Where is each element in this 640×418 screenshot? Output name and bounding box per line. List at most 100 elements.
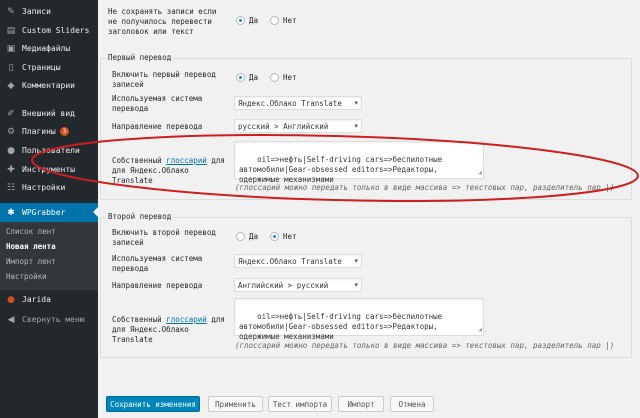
menu-label: Страницы [22,63,61,72]
menu-item-jarida[interactable]: ● Jarida [0,290,98,309]
glossary-link[interactable]: глоссарий [166,315,207,324]
second-system-label: Используемая система перевода [112,254,203,273]
menu-label: Инструменты [22,165,75,174]
first-direction-label: Направление перевода [112,122,203,131]
menu-label: Свернуть меню [22,315,85,324]
first-system-select[interactable]: Яндекс.Облако Translate ▾ [234,96,362,110]
brush-icon: ✐ [7,108,15,119]
radio-label: Да [249,16,259,25]
menu-label: Комментарии [22,81,75,90]
wrench-icon: ✚ [7,164,15,175]
users-icon: ● [7,145,15,156]
comments-icon: ◆ [7,80,15,91]
second-glossary-hint: (глоссарий можно передать только в виде … [235,341,615,350]
menu-label: Настройки [22,183,66,192]
first-translation-legend: Первый перевод [106,53,174,62]
select-value: Английский > русский [238,280,329,290]
glossary-label-text: для [211,315,225,324]
menu-item-posts[interactable]: ✎ Записи [0,2,98,21]
chevron-down-icon: ▾ [354,122,358,130]
menu-label: Jarida [22,295,51,304]
menu-label: Пользователи [22,146,80,155]
second-translation-legend: Второй перевод [106,212,174,221]
jarida-icon: ● [7,294,15,305]
page-icon: ▯ [8,62,14,73]
radio-circle[interactable] [270,232,279,241]
glossary-link[interactable]: глоссарий [166,156,207,165]
main-content: Не сохранять записи если не получилось п… [98,0,640,418]
plugin-icon: ⚙ [6,126,16,137]
skip-untranslated-yes[interactable]: Да [236,16,258,25]
second-glossary-textarea[interactable]: oil=>нефть|Self-driving cars=>беспилотны… [234,298,484,341]
menu-item-custom-sliders[interactable]: ▤ Custom Sliders [0,21,98,40]
second-enable-label: Включить второй перевод записей [112,228,216,247]
first-enable-label: Включить первый перевод записей [112,70,216,89]
collapse-icon: ◀ [7,314,15,325]
second-enable-yes[interactable]: Да [236,232,258,241]
menu-label: Записи [22,7,51,16]
submenu-import-feeds[interactable]: Импорт лент [6,257,56,266]
resize-handle-icon[interactable]: ◢ [478,168,482,178]
second-enable-no[interactable]: Нет [270,232,297,241]
radio-circle[interactable] [236,16,245,25]
radio-label: Нет [283,73,297,82]
glossary-label-text: Собственный [112,315,162,324]
second-direction-label: Направление перевода [112,281,203,290]
menu-item-wpgrabber[interactable]: ✱ WPGrabber [0,203,98,222]
menu-item-settings[interactable]: ☷ Настройки [0,178,98,197]
menu-item-pages[interactable]: ▯ Страницы [0,58,98,77]
radio-circle[interactable] [270,16,279,25]
grabber-icon: ✱ [7,207,15,218]
update-count-badge: 3 [59,127,70,136]
submenu-new-feed[interactable]: Новая лента [6,242,56,251]
menu-label: Custom Sliders [22,26,90,35]
test-import-button[interactable]: Тест импорта [268,396,332,412]
save-changes-button[interactable]: Сохранить изменения [106,396,200,412]
menu-item-plugins[interactable]: ⚙ Плагины 3 [0,122,98,141]
wpgrabber-submenu: Список лент Новая лента Импорт лент Наст… [0,222,98,290]
first-glossary-label: Собственный глоссарий для для Яндекс.Обла… [112,156,232,186]
slides-icon: ▤ [6,25,16,36]
menu-item-tools[interactable]: ✚ Инструменты [0,160,98,179]
menu-label: Плагины [22,127,56,136]
glossary-label-text: для [211,156,225,165]
menu-item-users[interactable]: ● Пользователи [0,141,98,160]
menu-item-appearance[interactable]: ✐ Внешний вид [0,104,98,123]
submenu-settings[interactable]: Настройки [6,272,47,281]
second-system-select[interactable]: Яндекс.Облако Translate ▾ [234,254,362,268]
select-value: Яндекс.Облако Translate [238,98,342,108]
glossary-label-text: для Яндекс.Облако Translate [112,166,189,185]
cancel-button[interactable]: Отмена [390,396,434,412]
select-value: русский > Английский [238,121,329,131]
first-glossary-textarea[interactable]: oil=>нефть|Self-driving cars=>беспилотны… [234,141,484,184]
menu-label: Внешний вид [22,109,75,118]
menu-label: WPGrabber [22,208,66,217]
radio-label: Да [249,73,259,82]
radio-circle[interactable] [270,73,279,82]
radio-label: Нет [283,16,297,25]
resize-handle-icon[interactable]: ◢ [478,325,482,335]
settings-icon: ☷ [6,182,16,193]
radio-circle[interactable] [236,232,245,241]
radio-circle[interactable] [236,73,245,82]
second-direction-select[interactable]: Английский > русский ▾ [234,278,362,292]
apply-button[interactable]: Применить [208,396,263,412]
menu-item-media[interactable]: ▣ Медиафайлы [0,39,98,58]
skip-untranslated-no[interactable]: Нет [270,16,297,25]
chevron-down-icon: ▾ [354,281,358,289]
menu-item-comments[interactable]: ◆ Комментарии [0,76,98,95]
glossary-label-text: для Яндекс.Облако Translate [112,325,189,344]
first-system-label: Используемая система перевода [112,94,203,113]
submenu-feed-list[interactable]: Список лент [6,227,56,236]
glossary-label-text: Собственный [112,156,162,165]
first-glossary-hint: (глоссарий можно передать только в виде … [235,183,615,192]
import-button[interactable]: Импорт [338,396,384,412]
first-enable-yes[interactable]: Да [236,73,258,82]
chevron-down-icon: ▾ [354,99,358,107]
pin-icon: ✎ [7,6,15,17]
collapse-menu-button[interactable]: ◀ Свернуть меню [0,310,98,329]
first-enable-no[interactable]: Нет [270,73,297,82]
first-direction-select[interactable]: русский > Английский ▾ [234,119,362,133]
menu-label: Медиафайлы [22,44,71,53]
media-icon: ▣ [6,43,16,54]
